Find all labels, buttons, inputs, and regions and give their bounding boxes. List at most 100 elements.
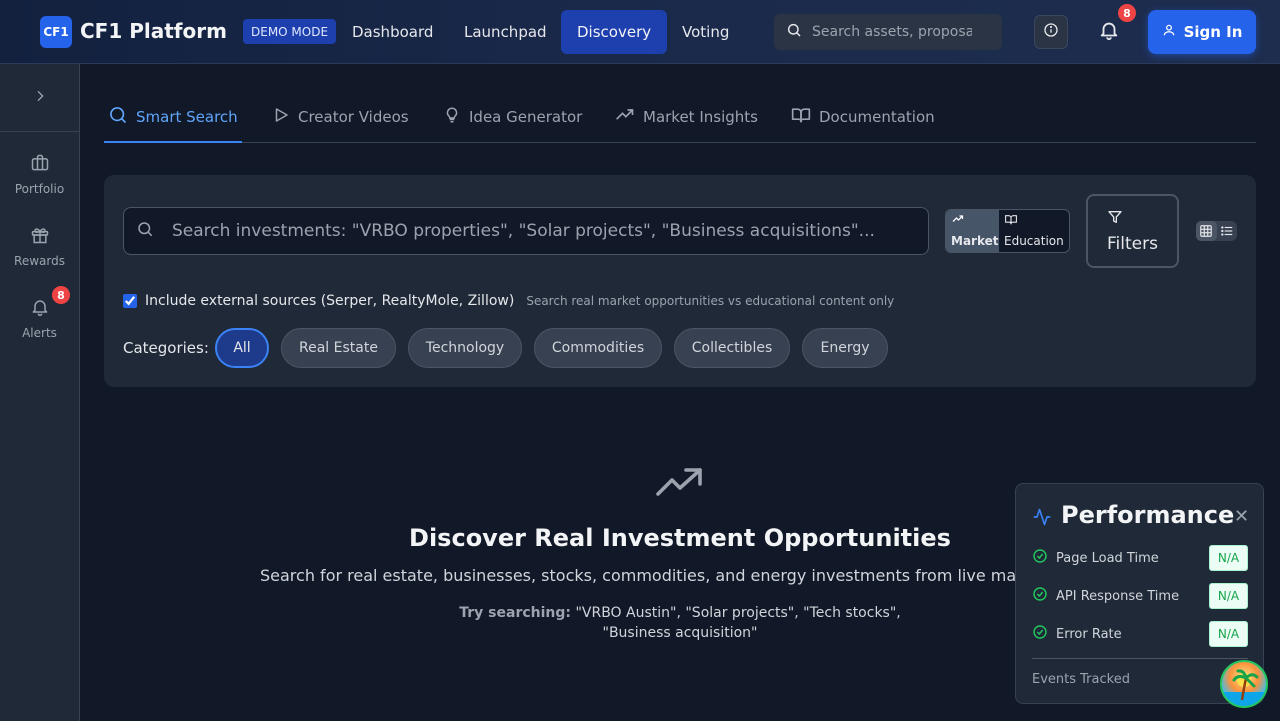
info-button[interactable] — [1034, 15, 1068, 49]
category-technology[interactable]: Technology — [408, 328, 522, 368]
external-sources-checkbox[interactable] — [123, 294, 137, 308]
tab-documentation[interactable]: Documentation — [791, 92, 935, 142]
alerts-count-badge: 8 — [52, 286, 70, 304]
empty-state-examples: Try searching: "VRBO Austin", "Solar pro… — [440, 603, 920, 643]
metric-api-response: API Response Time N/A — [1032, 583, 1248, 609]
top-navbar: CF1 CF1 Platform DEMO MODE Dashboard Lau… — [0, 0, 1280, 64]
book-icon — [1004, 213, 1064, 229]
category-energy[interactable]: Energy — [802, 328, 888, 368]
sign-in-label: Sign In — [1183, 23, 1243, 41]
tab-smart-search[interactable]: Smart Search — [104, 92, 242, 143]
gift-icon — [30, 225, 50, 248]
nav-dashboard[interactable]: Dashboard — [336, 10, 449, 54]
tab-label: Market Insights — [643, 108, 758, 126]
mode-education-button[interactable]: Education — [999, 210, 1069, 252]
search-mode-toggle: Market Education — [945, 209, 1070, 253]
metric-label: API Response Time — [1056, 588, 1180, 604]
metric-value: N/A — [1209, 583, 1248, 609]
logo[interactable]: CF1 — [40, 16, 72, 48]
metric-label: Error Rate — [1056, 626, 1122, 642]
tab-idea-generator[interactable]: Idea Generator — [443, 92, 582, 142]
performance-title: Performance — [1061, 501, 1235, 529]
user-icon — [1162, 23, 1176, 41]
search-icon — [136, 220, 154, 242]
grid-view-button[interactable] — [1196, 221, 1217, 241]
metric-label: Page Load Time — [1056, 550, 1159, 566]
category-commodities[interactable]: Commodities — [534, 328, 662, 368]
briefcase-icon — [30, 153, 50, 176]
try-label: Try searching: — [459, 605, 571, 621]
global-search-input[interactable] — [812, 24, 972, 40]
play-icon — [272, 106, 290, 128]
tab-label: Smart Search — [136, 107, 238, 126]
view-toggle — [1196, 221, 1237, 241]
trending-up-icon — [615, 105, 635, 129]
sidebar: Portfolio Rewards Alerts 8 — [0, 64, 80, 721]
book-icon — [791, 105, 811, 129]
category-collectibles[interactable]: Collectibles — [674, 328, 790, 368]
mode-label: Market — [951, 234, 999, 248]
metric-page-load: Page Load Time N/A — [1032, 545, 1248, 571]
sidebar-item-portfolio[interactable]: Portfolio — [0, 144, 79, 204]
assistant-avatar[interactable] — [1220, 660, 1268, 708]
mode-label: Education — [1004, 234, 1064, 248]
close-icon[interactable]: ✕ — [1234, 506, 1249, 527]
sidebar-expand-button[interactable] — [0, 64, 79, 132]
empty-state-title: Discover Real Investment Opportunities — [409, 524, 951, 552]
metric-value: N/A — [1209, 621, 1248, 647]
investment-search-input[interactable] — [172, 221, 912, 241]
notification-count-badge: 8 — [1118, 4, 1136, 22]
check-circle-icon — [1032, 548, 1048, 568]
activity-icon — [1032, 507, 1052, 531]
metric-value: N/A — [1209, 545, 1248, 571]
tab-label: Documentation — [819, 108, 935, 126]
bell-icon — [1098, 19, 1120, 45]
palm-tree-icon — [1222, 669, 1266, 706]
check-circle-icon — [1032, 586, 1048, 606]
nav-voting[interactable]: Voting — [666, 10, 745, 54]
list-icon — [1220, 226, 1232, 236]
tab-label: Creator Videos — [298, 108, 409, 126]
category-all[interactable]: All — [215, 328, 269, 368]
global-search[interactable] — [774, 14, 1002, 50]
sidebar-item-rewards[interactable]: Rewards — [0, 216, 79, 276]
trending-up-icon — [656, 466, 704, 504]
categories-label: Categories: — [123, 339, 209, 357]
bell-icon — [30, 297, 50, 320]
metric-error-rate: Error Rate N/A — [1032, 621, 1248, 647]
sidebar-item-label: Portfolio — [14, 181, 65, 196]
nav-discovery[interactable]: Discovery — [561, 10, 668, 54]
chevron-right-icon — [32, 88, 48, 108]
external-sources-hint: Search real market opportunities vs educ… — [526, 294, 895, 308]
brand-name[interactable]: CF1 Platform — [80, 19, 227, 43]
filters-button[interactable]: Filters — [1086, 194, 1179, 268]
category-real-estate[interactable]: Real Estate — [281, 328, 396, 368]
investment-search[interactable] — [123, 207, 929, 255]
sign-in-button[interactable]: Sign In — [1148, 10, 1256, 54]
events-tracked-label: Events Tracked — [1032, 672, 1130, 687]
demo-mode-badge: DEMO MODE — [243, 19, 337, 44]
sidebar-item-label: Rewards — [14, 253, 65, 268]
info-icon — [1043, 22, 1059, 42]
sidebar-item-label: Alerts — [22, 325, 57, 340]
list-view-button[interactable] — [1217, 221, 1238, 241]
external-sources-row: Include external sources (Serper, Realty… — [123, 293, 894, 309]
grid-icon — [1200, 225, 1213, 237]
mode-market-button[interactable]: Market — [946, 210, 999, 252]
nav-launchpad[interactable]: Launchpad — [448, 10, 563, 54]
search-icon — [108, 105, 128, 129]
try-examples: "VRBO Austin", "Solar projects", "Tech s… — [575, 605, 901, 641]
discovery-tabs: Smart Search Creator Videos Idea Generat… — [104, 92, 1256, 143]
filter-icon — [1107, 209, 1177, 230]
tab-label: Idea Generator — [469, 108, 583, 126]
check-circle-icon — [1032, 624, 1048, 644]
divider — [1032, 658, 1248, 659]
tab-market-insights[interactable]: Market Insights — [615, 92, 758, 142]
smart-search-panel: Market Education Filters Include externa… — [104, 175, 1256, 387]
filters-label: Filters — [1107, 233, 1158, 254]
lightbulb-icon — [443, 106, 461, 128]
search-icon — [786, 22, 802, 42]
empty-state-subtitle: Search for real estate, businesses, stoc… — [260, 566, 1020, 585]
trending-up-icon — [951, 213, 994, 228]
tab-creator-videos[interactable]: Creator Videos — [272, 92, 409, 142]
